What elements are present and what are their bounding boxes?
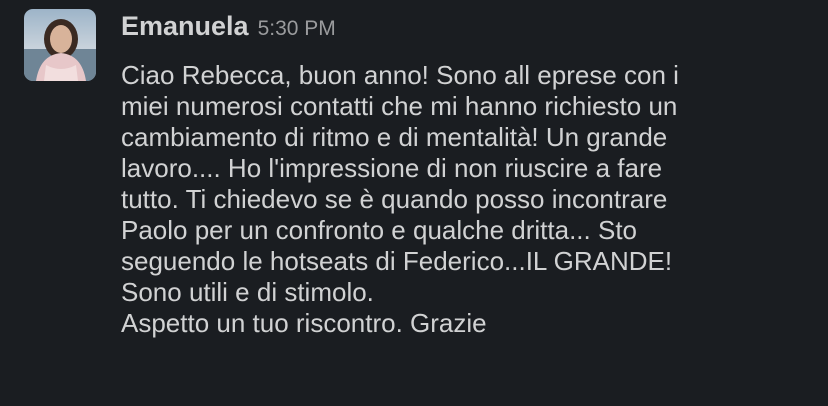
- message-line: seguendo le hotseats di Federico...IL GR…: [121, 246, 673, 276]
- message-line: tutto. Ti chiedevo se è quando posso inc…: [121, 184, 668, 214]
- message-line: Aspetto un tuo riscontro. Grazie: [121, 308, 487, 338]
- message-line: Paolo per un confronto e qualche dritta.…: [121, 215, 638, 245]
- message-line: Ciao Rebecca, buon anno! Sono all eprese…: [121, 60, 679, 90]
- message-line: cambiamento di ritmo e di mentalità! Un …: [121, 122, 668, 152]
- message-timestamp[interactable]: 5:30 PM: [258, 7, 336, 51]
- message-item: Emanuela 5:30 PM Ciao Rebecca, buon anno…: [0, 0, 828, 406]
- avatar[interactable]: [24, 9, 96, 81]
- message-line: Sono utili e di stimolo.: [121, 277, 374, 307]
- message-line: miei numerosi contatti che mi hanno rich…: [121, 91, 678, 121]
- message-header: Emanuela 5:30 PM: [121, 4, 820, 48]
- message-body: Ciao Rebecca, buon anno! Sono all eprese…: [121, 60, 820, 339]
- message-line: lavoro.... Ho l'impressione di non riusc…: [121, 153, 663, 183]
- sender-name[interactable]: Emanuela: [121, 4, 249, 48]
- profile-photo-icon: [24, 9, 96, 81]
- message-content: Emanuela 5:30 PM Ciao Rebecca, buon anno…: [121, 4, 820, 339]
